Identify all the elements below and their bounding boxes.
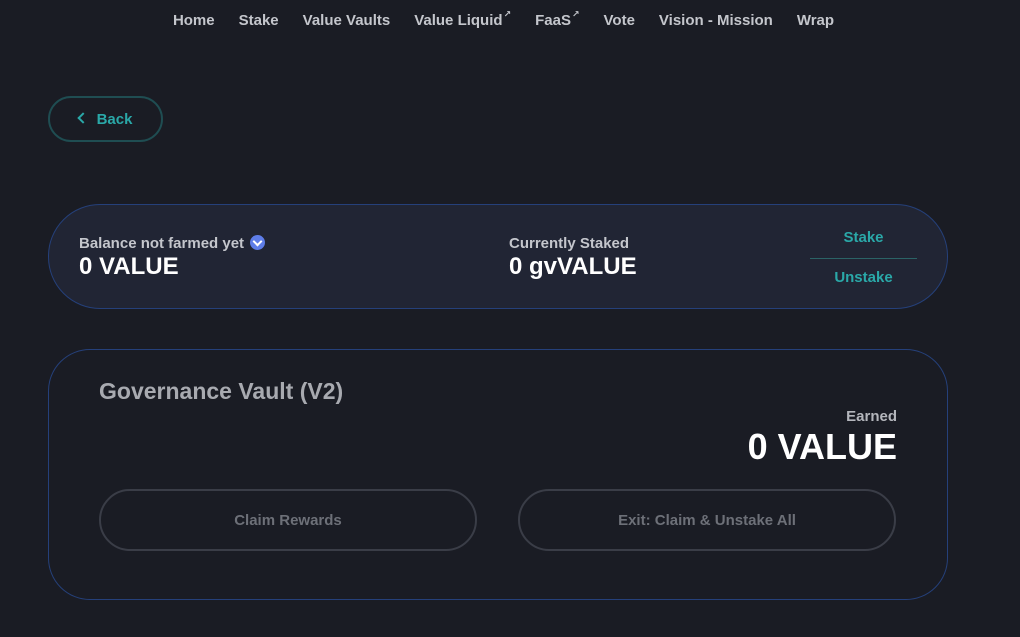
vault-title: Governance Vault (V2) — [99, 378, 344, 404]
not-farmed-value: 0 VALUE — [79, 253, 179, 280]
nav-item-home[interactable]: Home — [173, 12, 215, 29]
nav-item-label: FaaS — [535, 11, 571, 29]
chevron-left-icon — [76, 112, 89, 124]
unstake-link[interactable]: Unstake — [810, 263, 917, 297]
nav-item-label: Value Liquid — [414, 11, 503, 29]
exit-claim-unstake-button[interactable]: Exit: Claim & Unstake All — [518, 489, 896, 551]
external-link-icon: ↗ — [571, 8, 580, 19]
stake-link[interactable]: Stake — [810, 223, 917, 257]
nav-item-label: Vision - Mission — [658, 11, 773, 29]
nav-item-label: Home — [172, 11, 215, 29]
nav-item-label: Wrap — [796, 11, 835, 29]
nav-item-label: Stake — [238, 11, 279, 29]
top-nav: Home Stake Value Vaults Value Liquid ↗ Fa… — [0, 0, 1020, 40]
not-farmed-label: Balance not farmed yet — [79, 235, 245, 252]
not-farmed-block: Balance not farmed yet 0 VALUE — [79, 234, 266, 281]
nav-item-value-vaults[interactable]: Value Vaults — [303, 12, 391, 29]
nav-item-vision-mission[interactable]: Vision - Mission — [659, 12, 773, 29]
nav-item-wrap[interactable]: Wrap — [797, 12, 834, 29]
earned-value: 0 VALUE — [747, 426, 897, 467]
not-farmed-label-row: Balance not farmed yet — [79, 234, 266, 253]
page: Home Stake Value Vaults Value Liquid ↗ Fa… — [0, 0, 1020, 637]
staked-value: 0 gvVALUE — [509, 253, 637, 280]
claim-rewards-button[interactable]: Claim Rewards — [99, 489, 477, 551]
staked-block: Currently Staked 0 gvVALUE — [509, 235, 637, 281]
stake-actions: Stake Unstake — [810, 223, 917, 297]
nav-item-vote[interactable]: Vote — [604, 12, 635, 29]
back-button-label: Back — [96, 110, 133, 128]
nav-item-label: Vote — [603, 11, 635, 29]
nav-items: Home Stake Value Vaults Value Liquid ↗ Fa… — [161, 8, 846, 29]
earned-label: Earned — [846, 408, 897, 425]
nav-item-stake[interactable]: Stake — [239, 12, 279, 29]
actions-divider — [810, 258, 917, 259]
exit-label: Exit: Claim & Unstake All — [618, 511, 796, 529]
claim-rewards-label: Claim Rewards — [234, 511, 342, 529]
governance-vault-card: Governance Vault (V2) Earned 0 VALUE Cla… — [48, 349, 948, 600]
nav-item-label: Value Vaults — [302, 11, 391, 29]
chevron-down-icon[interactable] — [250, 234, 266, 250]
back-button[interactable]: Back — [48, 96, 163, 142]
nav-item-value-liquid[interactable]: Value Liquid ↗ — [414, 8, 512, 29]
staked-label: Currently Staked — [509, 235, 630, 252]
external-link-icon: ↗ — [503, 8, 512, 19]
nav-item-faas[interactable]: FaaS ↗ — [535, 8, 580, 29]
balance-card: Balance not farmed yet 0 VALUE Currently… — [48, 204, 948, 309]
